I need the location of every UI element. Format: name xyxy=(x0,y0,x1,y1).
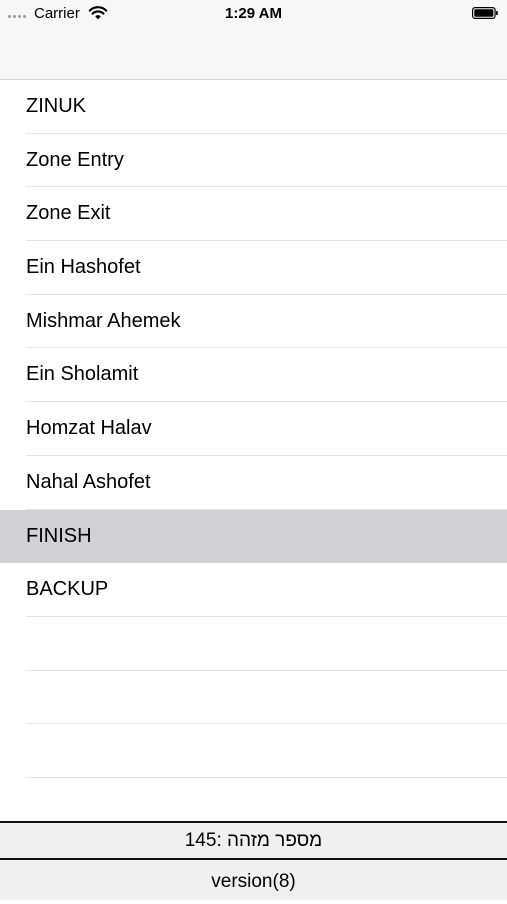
version-bar: version(8) xyxy=(0,860,507,900)
list-item-label: Zone Exit xyxy=(26,202,111,225)
list-item-backup[interactable]: BACKUP xyxy=(0,563,507,617)
navigation-bar xyxy=(0,26,507,80)
list-item-nahal-ashofet[interactable]: Nahal Ashofet xyxy=(0,456,507,510)
status-bar: Carrier 1:29 AM xyxy=(0,0,507,26)
list-item-ein-sholamit[interactable]: Ein Sholamit xyxy=(0,348,507,402)
list-item-zone-entry[interactable]: Zone Entry xyxy=(0,134,507,188)
list-item-label: Zone Entry xyxy=(26,148,124,171)
list-item-label: Homzat Halav xyxy=(26,417,152,440)
version-label: version(8) xyxy=(211,871,296,892)
menu-list: ZINUK Zone Entry Zone Exit Ein Hashofet … xyxy=(0,80,507,821)
list-item-label: FINISH xyxy=(26,524,92,547)
status-time: 1:29 AM xyxy=(225,5,282,22)
list-item-homzat-halav[interactable]: Homzat Halav xyxy=(0,402,507,456)
list-item-label: BACKUP xyxy=(26,578,109,601)
list-item-zinuk[interactable]: ZINUK xyxy=(0,80,507,134)
list-item-zone-exit[interactable]: Zone Exit xyxy=(0,187,507,241)
list-item-mishmar-ahemek[interactable]: Mishmar Ahemek xyxy=(0,295,507,349)
empty-list-row xyxy=(0,778,507,821)
list-item-label: Nahal Ashofet xyxy=(26,470,151,493)
device-id-bar: מספר מזהה :145 xyxy=(0,821,507,860)
list-item-label: Mishmar Ahemek xyxy=(26,309,181,332)
list-item-finish[interactable]: FINISH xyxy=(0,509,507,564)
device-id-label: מספר מזהה :145 xyxy=(184,830,323,851)
empty-list-row xyxy=(0,724,507,778)
list-item-ein-hashofet[interactable]: Ein Hashofet xyxy=(0,241,507,295)
battery-icon xyxy=(472,7,498,19)
list-item-label: Ein Hashofet xyxy=(26,256,141,279)
list-item-label: ZINUK xyxy=(26,95,86,117)
empty-list-row xyxy=(0,671,507,725)
list-item-label: Ein Sholamit xyxy=(26,363,139,386)
empty-list-row xyxy=(0,617,507,671)
